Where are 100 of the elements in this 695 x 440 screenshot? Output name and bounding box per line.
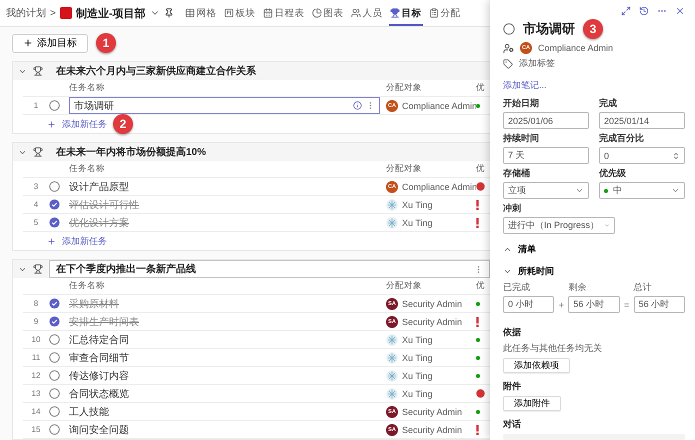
add-attachment-button[interactable]: 添加附件: [503, 396, 561, 411]
plus-icon: [47, 120, 56, 128]
checkbox-circle-icon[interactable]: [49, 181, 60, 192]
chevron-down-icon: [503, 267, 512, 276]
view-icon: [224, 8, 234, 18]
view-tab[interactable]: 板块: [222, 0, 257, 26]
task-name[interactable]: 合同状态概览: [69, 386, 386, 400]
checkbox-circle-icon[interactable]: [49, 100, 60, 111]
checkbox-circle-icon[interactable]: [49, 370, 60, 381]
column-header: 分配对象: [386, 280, 423, 292]
checked-circle-icon[interactable]: [49, 316, 60, 327]
text-field[interactable]: 7 天: [503, 147, 589, 164]
column-header: 分配对象: [386, 163, 423, 175]
checked-circle-icon[interactable]: [49, 217, 60, 228]
spinner-arrows-icon[interactable]: [672, 152, 680, 160]
view-icon: [184, 8, 195, 18]
hours-field[interactable]: 0 小时: [503, 296, 554, 313]
pin-icon[interactable]: [164, 8, 174, 18]
add-goal-button[interactable]: 添加目标: [12, 34, 88, 52]
section-toggle[interactable]: 所耗时间: [503, 265, 685, 278]
checkbox-circle-icon[interactable]: [49, 388, 60, 399]
add-task-button[interactable]: 添加新任务: [23, 118, 107, 130]
hours-field[interactable]: 56 小时: [634, 296, 685, 313]
assignee-name: Xu Ting: [402, 352, 433, 362]
field-label: 存储桶: [503, 167, 531, 180]
select-field[interactable]: 进行中（In Progress）: [503, 217, 615, 234]
checkbox-circle-icon[interactable]: [49, 406, 60, 417]
expand-icon[interactable]: [621, 6, 631, 16]
history-icon[interactable]: [639, 6, 649, 16]
task-name[interactable]: 采购原材料: [69, 296, 386, 310]
task-name[interactable]: 安排生产时间表: [69, 314, 386, 328]
field-label: 持续时间: [503, 132, 540, 145]
add-note-link[interactable]: 添加笔记...: [503, 79, 685, 92]
row-number: 1: [32, 101, 40, 110]
text-field[interactable]: 2025/01/06: [503, 112, 589, 129]
plan-name: 制造业-项目部: [76, 6, 146, 20]
trophy-icon: [33, 147, 43, 157]
task-name[interactable]: 审查合同细节: [69, 350, 386, 364]
view-tab[interactable]: 图表: [310, 0, 345, 26]
task-name[interactable]: 传达修订内容: [69, 368, 386, 382]
checkbox-circle-icon[interactable]: [49, 424, 60, 435]
column-header: 优: [476, 280, 486, 292]
operator-sign: =: [623, 300, 630, 312]
select-field[interactable]: 中: [599, 182, 685, 199]
breadcrumb-link[interactable]: 我的计划: [6, 6, 46, 20]
view-tab[interactable]: 日程表: [262, 0, 306, 26]
assignee-name: Security Admin: [402, 406, 462, 416]
row-number: 3: [32, 182, 40, 191]
field-label: 剩余: [568, 281, 588, 294]
add-label-link[interactable]: 添加标签: [519, 57, 555, 70]
row-number: 8: [32, 299, 40, 308]
chevron-up-icon: [503, 245, 512, 254]
trophy-icon: [33, 66, 43, 76]
task-name[interactable]: 工人技能: [69, 404, 386, 418]
row-number: 9: [32, 317, 40, 326]
checked-circle-icon[interactable]: [49, 298, 60, 309]
task-name-field[interactable]: 市场调研: [69, 97, 380, 114]
view-tab[interactable]: 人员: [350, 0, 384, 26]
task-name[interactable]: 询问安全问题: [69, 422, 386, 436]
trophy-icon: [33, 264, 43, 274]
assign-icon[interactable]: [503, 42, 514, 54]
hours-field[interactable]: 56 小时: [568, 296, 620, 313]
goal-title[interactable]: 在下个季度内推出一条新产品线: [49, 260, 490, 278]
row-number: 13: [30, 389, 42, 398]
view-tab[interactable]: 分配: [428, 0, 462, 26]
close-icon[interactable]: [675, 6, 685, 16]
assignee-name: Security Admin: [402, 316, 462, 326]
section-toggle[interactable]: 清单: [503, 243, 685, 256]
task-name[interactable]: 优化设计方案: [69, 216, 386, 230]
row-number: 15: [30, 425, 42, 434]
task-title: 市场调研: [523, 20, 575, 38]
assignee-name: Compliance Admin: [538, 43, 614, 53]
text-field[interactable]: 2025/01/14: [599, 112, 685, 129]
field-label: 开始日期: [503, 97, 540, 110]
select-field[interactable]: 立项: [503, 182, 589, 199]
section-heading: 附件: [503, 380, 522, 393]
task-name[interactable]: 评估设计可行性: [69, 198, 386, 212]
number-field[interactable]: 0: [599, 147, 685, 164]
assignee-name: Security Admin: [402, 424, 462, 434]
row-number: 4: [32, 200, 40, 209]
chevron-down-icon: [671, 186, 680, 195]
view-icon: [390, 8, 400, 18]
view-icon: [312, 8, 322, 18]
add-task-button[interactable]: 添加新任务: [23, 234, 107, 248]
view-tab[interactable]: 网格: [184, 0, 218, 26]
info-icon[interactable]: [353, 101, 362, 110]
avatar-icon: [386, 388, 398, 400]
add-dependency-button[interactable]: 添加依赖项: [503, 358, 570, 373]
checkbox-circle-icon[interactable]: [49, 334, 60, 345]
breadcrumb-separator: >: [50, 8, 56, 18]
annotation-badge: 1: [96, 33, 116, 53]
column-header: 优: [476, 163, 486, 175]
dependency-note: 此任务与其他任务均无关: [503, 342, 603, 355]
task-name[interactable]: 设计产品原型: [69, 180, 386, 194]
checkbox-circle-icon[interactable]: [503, 23, 515, 35]
view-tab[interactable]: 目标: [388, 0, 423, 26]
checkbox-circle-icon[interactable]: [49, 352, 60, 363]
checked-circle-icon[interactable]: [49, 199, 60, 210]
task-name[interactable]: 汇总待定合同: [69, 332, 386, 346]
plus-icon: [47, 236, 56, 246]
